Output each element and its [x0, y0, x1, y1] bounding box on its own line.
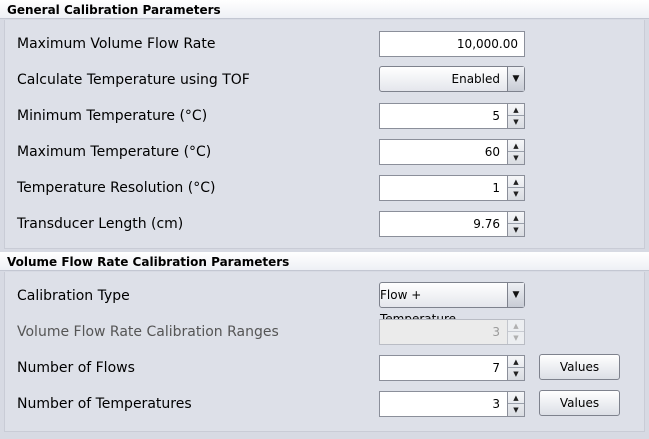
max-temp-label: Maximum Temperature (°C): [17, 144, 212, 160]
arrow-up-icon[interactable]: ▲: [508, 104, 524, 116]
arrow-down-icon[interactable]: ▼: [508, 152, 524, 164]
ranges-label: Volume Flow Rate Calibration Ranges: [17, 324, 279, 340]
cal-type-label: Calibration Type: [17, 288, 130, 304]
num-flows-stepper: ▲ ▼: [507, 356, 524, 380]
temp-res-label: Temperature Resolution (°C): [17, 180, 216, 196]
temp-res-spinner[interactable]: 1 ▲ ▼: [379, 175, 525, 201]
arrow-down-icon[interactable]: ▼: [508, 404, 524, 416]
max-flow-value: 10,000.00: [456, 37, 518, 51]
general-section-title: General Calibration Parameters: [7, 3, 221, 17]
num-flows-label: Number of Flows: [17, 360, 135, 376]
volume-section-title: Volume Flow Rate Calibration Parameters: [7, 255, 290, 269]
arrow-up-icon[interactable]: ▲: [508, 392, 524, 404]
arrow-up-icon[interactable]: ▲: [508, 212, 524, 224]
max-flow-field[interactable]: 10,000.00: [379, 31, 525, 57]
transducer-value: 9.76: [473, 217, 500, 231]
cal-type-combo[interactable]: Flow + Temperature ▼: [379, 282, 525, 326]
calc-temp-combo[interactable]: Enabled ▼: [379, 66, 525, 92]
transducer-label: Transducer Length (cm): [17, 216, 184, 232]
num-temps-stepper: ▲ ▼: [507, 392, 524, 416]
arrow-down-icon[interactable]: ▼: [508, 116, 524, 128]
transducer-stepper: ▲ ▼: [507, 212, 524, 236]
flows-values-button[interactable]: Values: [539, 354, 620, 380]
num-temps-spinner[interactable]: 3 ▲ ▼: [379, 391, 525, 417]
max-temp-spinner[interactable]: 60 ▲ ▼: [379, 139, 525, 165]
chevron-down-icon[interactable]: ▼: [507, 283, 524, 307]
arrow-up-icon[interactable]: ▲: [508, 356, 524, 368]
volume-section-header: Volume Flow Rate Calibration Parameters: [0, 252, 649, 271]
max-flow-label: Maximum Volume Flow Rate: [17, 36, 216, 52]
ranges-spinner: 3 ▲ ▼: [379, 319, 525, 345]
num-flows-spinner[interactable]: 7 ▲ ▼: [379, 355, 525, 381]
arrow-down-icon[interactable]: ▼: [508, 224, 524, 236]
calc-temp-value: Enabled: [451, 72, 501, 86]
max-temp-value: 60: [484, 145, 500, 159]
arrow-down-icon: ▼: [513, 334, 519, 342]
temps-values-button[interactable]: Values: [539, 390, 620, 416]
cal-type-value: Flow + Temperature: [380, 288, 456, 326]
min-temp-stepper: ▲ ▼: [507, 104, 524, 128]
general-section-header: General Calibration Parameters: [0, 0, 649, 19]
min-temp-value: 5: [492, 109, 500, 123]
ranges-value: 3: [492, 325, 500, 339]
min-temp-spinner[interactable]: 5 ▲ ▼: [379, 103, 525, 129]
transducer-spinner[interactable]: 9.76 ▲ ▼: [379, 211, 525, 237]
arrow-up-icon[interactable]: ▲: [508, 176, 524, 188]
temp-res-stepper: ▲ ▼: [507, 176, 524, 200]
arrow-up-icon[interactable]: ▲: [508, 140, 524, 152]
ranges-stepper: ▲ ▼: [507, 320, 524, 344]
num-temps-value: 3: [492, 397, 500, 411]
calc-temp-label: Calculate Temperature using TOF: [17, 72, 250, 88]
arrow-up-icon: ▲: [508, 320, 524, 332]
chevron-down-icon[interactable]: ▼: [507, 67, 524, 91]
temp-res-value: 1: [492, 181, 500, 195]
num-flows-value: 7: [492, 361, 500, 375]
arrow-down-icon[interactable]: ▼: [508, 188, 524, 200]
arrow-down-icon[interactable]: ▼: [508, 368, 524, 380]
max-temp-stepper: ▲ ▼: [507, 140, 524, 164]
min-temp-label: Minimum Temperature (°C): [17, 108, 208, 124]
num-temps-label: Number of Temperatures: [17, 396, 192, 412]
